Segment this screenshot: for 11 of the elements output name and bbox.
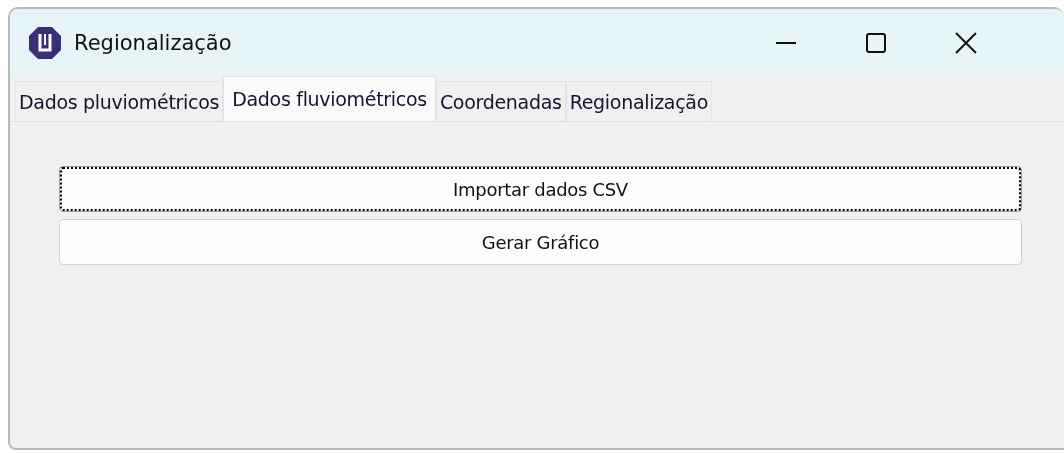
tab[interactable]: Coordenadas — [435, 81, 566, 121]
app-logo-icon — [28, 26, 62, 60]
window-title: Regionalização — [74, 31, 232, 55]
action-button[interactable]: Gerar Gráfico — [59, 219, 1022, 265]
action-button[interactable]: Importar dados CSV — [59, 166, 1022, 212]
close-icon — [955, 32, 977, 54]
tab[interactable]: Dados fluviométricos — [223, 76, 436, 121]
tab[interactable]: Regionalização — [565, 81, 712, 121]
tab[interactable]: Dados pluviométricos — [15, 81, 224, 121]
maximize-icon — [865, 32, 887, 54]
minimize-icon — [775, 42, 797, 44]
